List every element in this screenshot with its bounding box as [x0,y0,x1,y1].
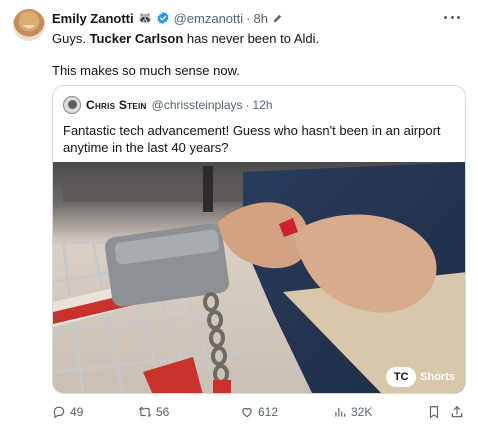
like-button[interactable]: 612 [240,402,278,422]
like-count: 612 [258,405,279,419]
quoted-video[interactable]: TC Shorts [53,162,465,393]
tweet-text-line2: This makes so much sense now. [52,63,240,78]
reply-button[interactable]: 49 [52,402,83,422]
repost-icon [138,406,152,418]
quoted-post-time: 12h [252,98,273,112]
quoted-author-name: Chris Stein [86,98,147,112]
post-time[interactable]: 8h [253,11,267,26]
author-avatar[interactable] [13,9,45,41]
video-frame-illustration [53,162,465,393]
tweet-header: Emily Zanotti 🦝 @emzanotti · 8h [52,9,283,27]
edit-pencil-icon [273,14,282,22]
views-button[interactable]: 32K [333,402,372,422]
bookmark-icon [429,406,439,419]
bookmark-button[interactable] [427,402,441,422]
raccoon-emoji: 🦝 [137,11,153,25]
quoted-text: Fantastic tech advancement! Guess who ha… [63,123,441,155]
share-icon [451,405,463,418]
tweet[interactable]: Emily Zanotti 🦝 @emzanotti · 8h Guys. Tu… [0,0,478,430]
reply-icon [53,406,65,419]
views-icon [335,407,346,417]
view-count: 32K [351,405,373,419]
repost-count: 56 [156,405,170,419]
action-bar: 49 56 612 32K [52,402,470,422]
reply-count: 49 [70,405,84,419]
author-name[interactable]: Emily Zanotti [52,11,134,26]
separator-dot: · [245,98,250,112]
separator-dot: · [246,10,251,26]
verified-badge-icon [157,11,169,25]
quoted-author-avatar [63,96,81,114]
author-handle[interactable]: @emzanotti [174,11,244,26]
like-icon [242,407,252,418]
tc-logo: TC [386,367,417,387]
tc-shorts-label: Shorts [420,371,455,383]
tweet-text-pre: Guys. [52,31,90,46]
quoted-header: Chris Stein @chrissteinplays · 12h [86,97,273,113]
tweet-text-post: has never been to Aldi. [183,31,320,46]
share-button[interactable] [450,402,464,422]
tc-shorts-badge: TC Shorts [386,367,455,387]
more-icon[interactable] [444,10,460,24]
quoted-tweet[interactable]: Chris Stein @chrissteinplays · 12h Fanta… [52,85,466,394]
repost-button[interactable]: 56 [138,402,169,422]
tweet-text-bold: Tucker Carlson [89,31,184,46]
quoted-author-handle: @chrissteinplays [151,98,243,112]
tweet-text-line1: Guys. Tucker Carlson has never been to A… [52,30,319,47]
